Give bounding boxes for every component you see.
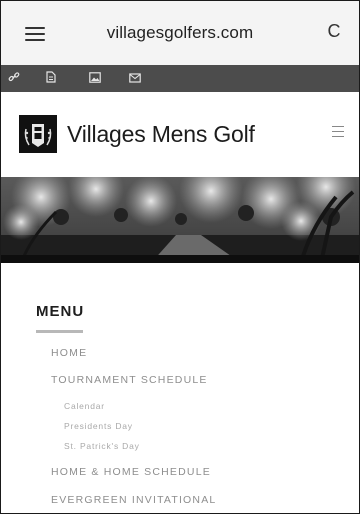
url-field[interactable]: villagesgolfers.com: [1, 23, 359, 43]
link-icon[interactable]: [8, 70, 20, 87]
menu-item-st-patricks-day[interactable]: St. Patrick's Day: [64, 441, 140, 451]
site-title[interactable]: Villages Mens Golf: [67, 121, 255, 148]
menu-item-home-and-home-schedule[interactable]: HOME & HOME SCHEDULE: [51, 466, 211, 478]
menu-item-evergreen-invitational[interactable]: EVERGREEN INVITATIONAL: [51, 494, 216, 506]
main-content: MENU HOME TOURNAMENT SCHEDULE Calendar P…: [1, 263, 359, 513]
menu-item-tournament-schedule[interactable]: TOURNAMENT SCHEDULE: [51, 374, 208, 386]
banner-image: [1, 177, 359, 263]
menu-item-calendar[interactable]: Calendar: [64, 401, 105, 411]
site-toolbar: [1, 65, 359, 92]
mail-icon[interactable]: [129, 70, 141, 87]
browser-address-bar: villagesgolfers.com C: [1, 1, 359, 65]
menu-item-presidents-day[interactable]: Presidents Day: [64, 421, 133, 431]
reload-icon[interactable]: C: [323, 20, 345, 42]
file-icon[interactable]: [46, 70, 56, 87]
image-icon[interactable]: [89, 70, 101, 87]
menu-item-home[interactable]: HOME: [51, 347, 87, 359]
menu-heading: MENU: [36, 303, 85, 320]
site-menu-icon[interactable]: [332, 126, 344, 137]
site-header: Villages Mens Golf: [1, 101, 359, 167]
menu-divider: [36, 330, 83, 333]
club-logo-icon[interactable]: [19, 115, 57, 153]
browser-window: villagesgolfers.com C Villages Mens Golf…: [0, 0, 360, 514]
